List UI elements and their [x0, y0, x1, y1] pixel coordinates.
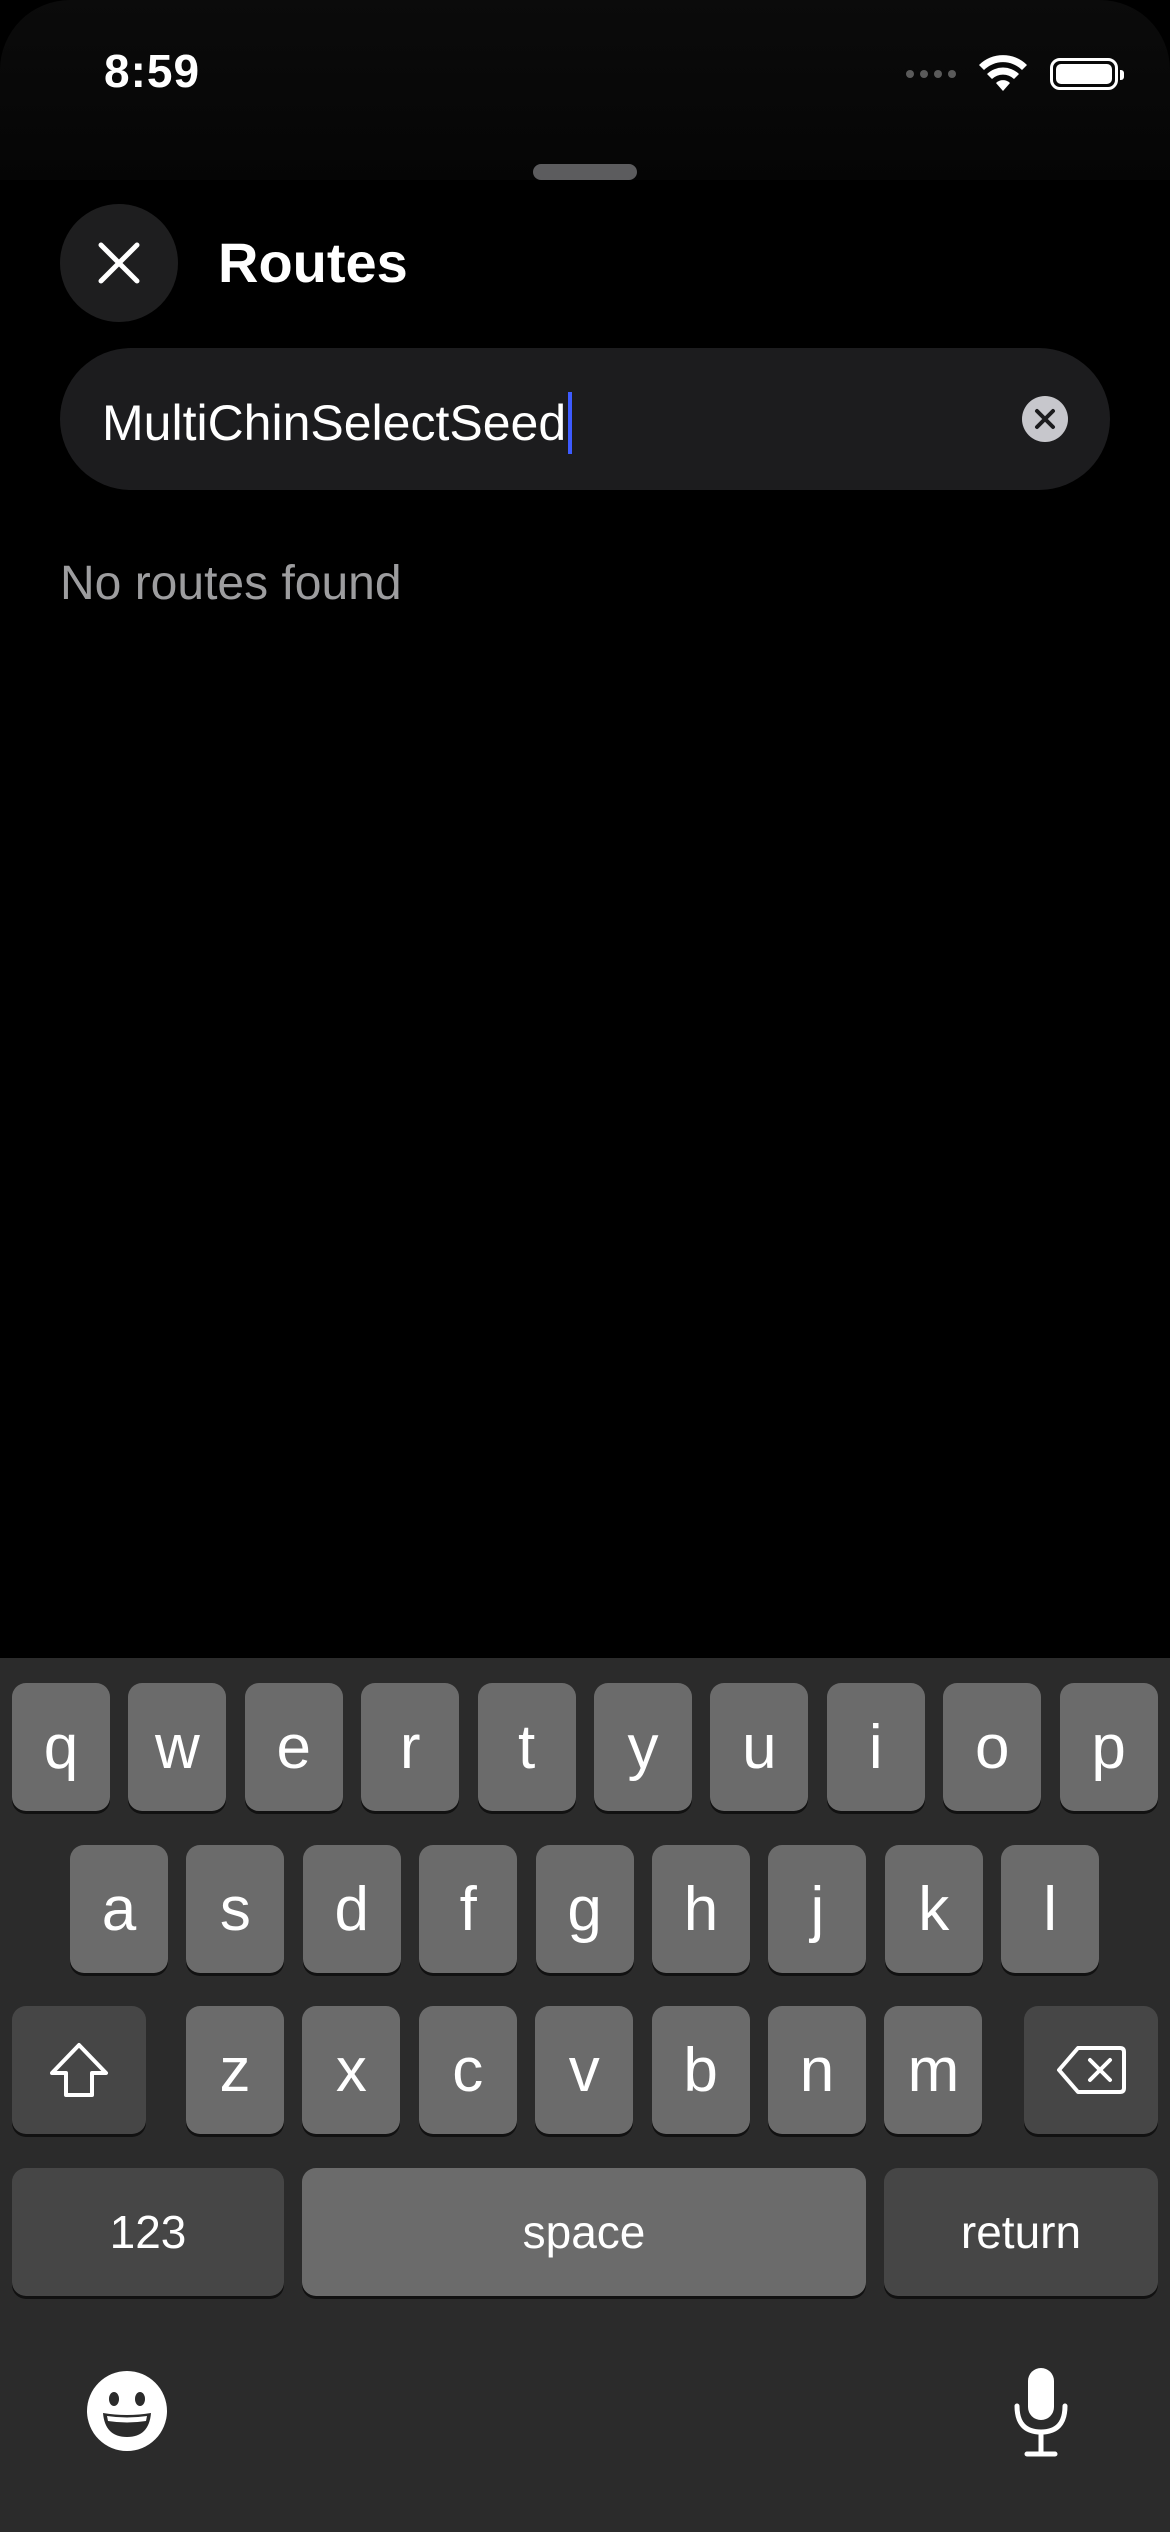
- key-s[interactable]: s: [186, 1845, 285, 1973]
- key-t[interactable]: t: [477, 1683, 576, 1811]
- clear-icon: [1035, 409, 1055, 429]
- keyboard: qwertyuiop asdfghjkl zxcvbnm 123 space r…: [0, 1658, 1170, 2532]
- key-o[interactable]: o: [943, 1683, 1042, 1811]
- empty-state-message: No routes found: [60, 557, 402, 610]
- key-f[interactable]: f: [419, 1845, 518, 1973]
- space-key[interactable]: space: [302, 2168, 866, 2296]
- key-m[interactable]: m: [884, 2006, 983, 2134]
- key-d[interactable]: d: [302, 1845, 401, 1973]
- key-a[interactable]: a: [70, 1845, 168, 1973]
- key-b[interactable]: b: [651, 2006, 750, 2134]
- key-q[interactable]: q: [12, 1683, 110, 1811]
- status-icons: [906, 52, 1124, 96]
- sheet-grabber[interactable]: [533, 164, 637, 180]
- key-i[interactable]: i: [826, 1683, 925, 1811]
- key-c[interactable]: c: [418, 2006, 517, 2134]
- key-l[interactable]: l: [1001, 1845, 1100, 1973]
- search-input-text: MultiChinSelectSeed: [102, 395, 567, 451]
- microphone-icon: [1014, 2368, 1068, 2457]
- close-icon: [98, 242, 140, 284]
- key-e[interactable]: e: [244, 1683, 343, 1811]
- status-time: 8:59: [104, 45, 201, 97]
- text-caret: [568, 392, 573, 454]
- key-g[interactable]: g: [535, 1845, 634, 1973]
- backspace-icon: [1057, 2046, 1126, 2094]
- search-input[interactable]: MultiChinSelectSeed: [60, 348, 1110, 490]
- numbers-key[interactable]: 123: [12, 2168, 284, 2296]
- key-p[interactable]: p: [1059, 1683, 1158, 1811]
- wifi-icon: [979, 55, 1027, 91]
- page-title: Routes: [218, 231, 408, 294]
- key-v[interactable]: v: [535, 2006, 634, 2134]
- emoji-button[interactable]: [82, 2366, 172, 2456]
- clear-search-button[interactable]: [1022, 396, 1068, 442]
- key-z[interactable]: z: [186, 2006, 284, 2134]
- shift-key[interactable]: [12, 2006, 146, 2134]
- dictation-button[interactable]: [996, 2362, 1086, 2462]
- delete-key[interactable]: [1024, 2006, 1158, 2134]
- key-k[interactable]: k: [884, 1845, 983, 1973]
- return-key[interactable]: return: [884, 2168, 1158, 2296]
- key-y[interactable]: y: [594, 1683, 692, 1811]
- key-h[interactable]: h: [652, 1845, 750, 1973]
- battery-icon: [1050, 58, 1124, 90]
- key-x[interactable]: x: [302, 2006, 401, 2134]
- shift-icon: [50, 2043, 108, 2097]
- cellular-signal-icon: [906, 70, 956, 78]
- key-n[interactable]: n: [768, 2006, 866, 2134]
- key-u[interactable]: u: [710, 1683, 809, 1811]
- key-j[interactable]: j: [768, 1845, 867, 1973]
- emoji-icon: [87, 2371, 167, 2451]
- screen: 8:59 Routes MultiChinSelectSeed No route…: [0, 0, 1170, 2532]
- key-w[interactable]: w: [128, 1683, 227, 1811]
- close-button[interactable]: [60, 204, 178, 322]
- search-input-value: MultiChinSelectSeed: [102, 392, 573, 454]
- key-r[interactable]: r: [361, 1683, 460, 1811]
